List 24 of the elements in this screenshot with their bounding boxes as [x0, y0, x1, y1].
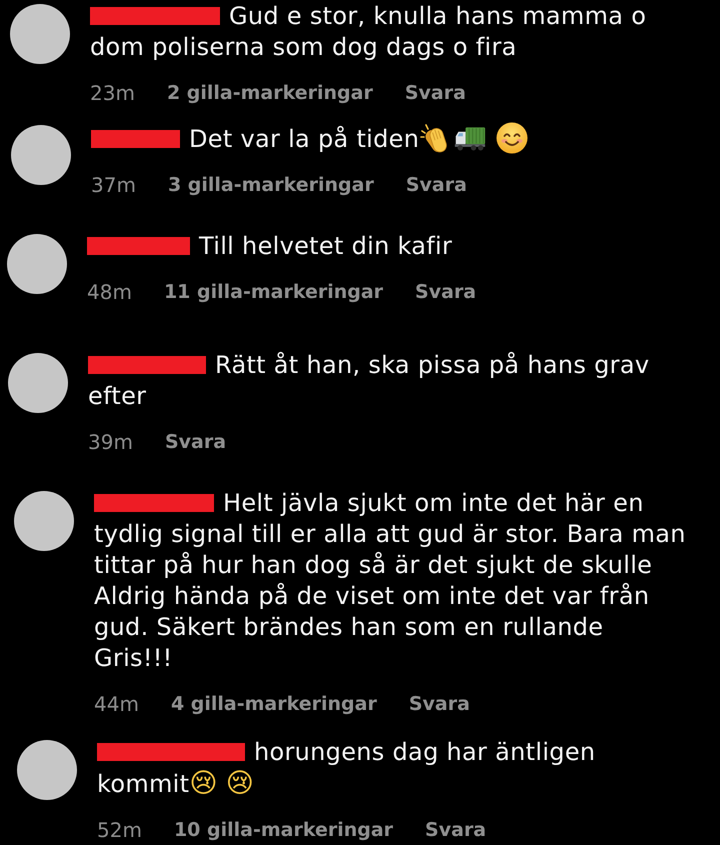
comment-time: 23m — [90, 80, 135, 104]
smiling-face-icon — [496, 122, 528, 154]
comment-time: 48m — [87, 280, 132, 304]
comment-time: 37m — [91, 172, 136, 196]
reply-button[interactable]: Svara — [404, 82, 466, 104]
likes-link[interactable]: 3 gilla-markeringar — [168, 174, 374, 196]
comment-text: horungens dag har äntligen kommit😢 😢 — [97, 738, 596, 798]
reply-button[interactable]: Svara — [164, 430, 226, 452]
likes-link[interactable]: 4 gilla-markeringar — [170, 692, 377, 714]
reply-button[interactable]: Svara — [406, 174, 467, 196]
reply-button[interactable]: Svara — [415, 280, 476, 302]
comment-time: 39m — [88, 430, 133, 454]
likes-link[interactable]: 11 gilla-markeringar — [164, 280, 384, 302]
comment-text: Helt jävla sjukt om inte det här en tydlig signal till er alla att gud är stor. Bara man tittar på hur han dog så är det sjukt de skulle Aldrig hända på de viset om inte det var från gud. Säkert brändes han som en rullande Gris!!! — [94, 488, 686, 672]
comment-time: 52m — [97, 818, 142, 842]
reply-button[interactable]: Svara — [425, 818, 486, 840]
comment-time: 44m — [94, 692, 139, 716]
reply-button[interactable]: Svara — [408, 692, 470, 714]
likes-link[interactable]: 2 gilla-markeringar — [166, 82, 373, 104]
comment-text: Rätt åt han, ska pissa på hans grav efter — [88, 350, 650, 410]
comment-text: Det var la på tiden — [189, 124, 420, 152]
comment-text: Till helvetet din kafir — [199, 232, 452, 260]
likes-link[interactable]: 10 gilla-markeringar — [174, 818, 394, 840]
comment-text: Gud e stor, knulla hans mamma o dom poliserna som dog dags o fira — [90, 2, 646, 60]
